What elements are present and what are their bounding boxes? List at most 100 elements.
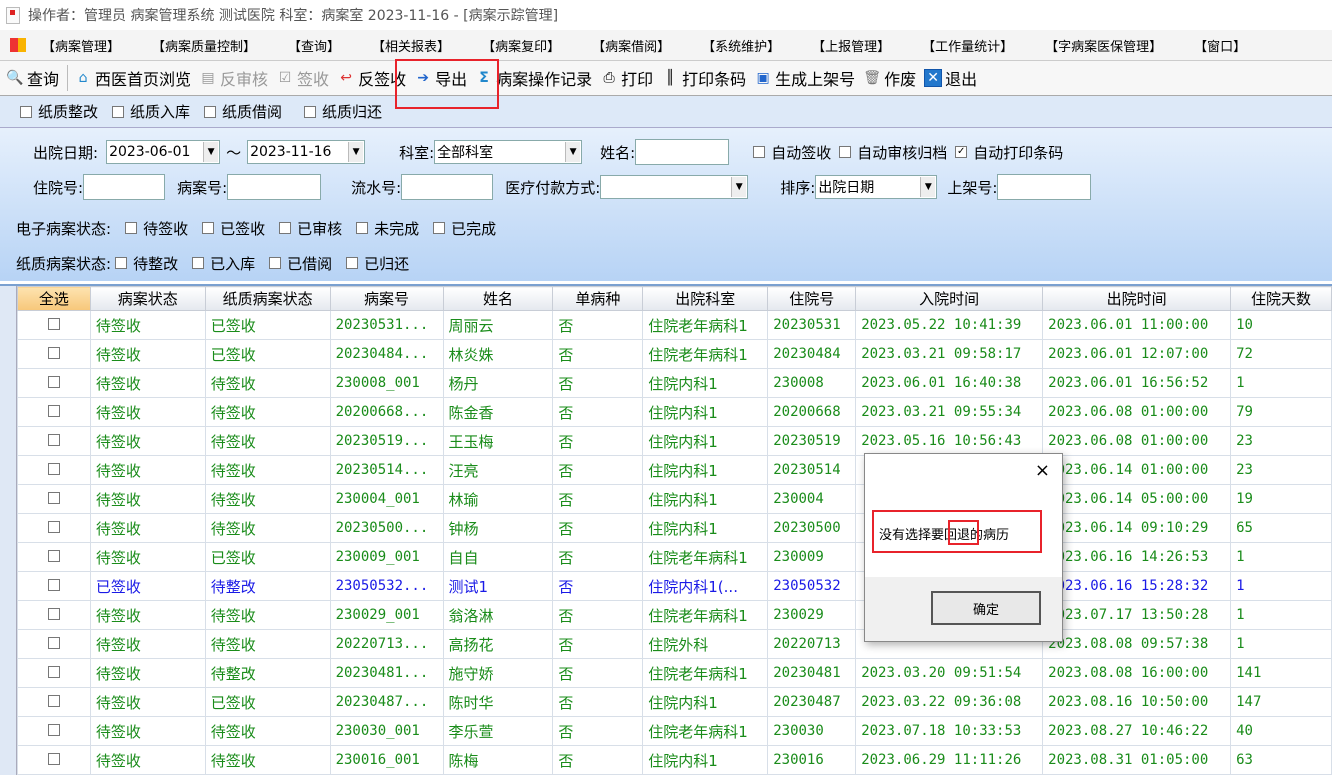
cell: 23050532 xyxy=(767,571,857,601)
menu-window[interactable]: 【窗口】 xyxy=(1194,36,1246,55)
dept-select[interactable]: 全部科室 ▼ xyxy=(434,140,583,164)
menu-query[interactable]: 【查询】 xyxy=(288,36,340,55)
table-row[interactable]: 待签收 待签收 230004_001 林瑜否住院内科1 230004 2023.06.14… xyxy=(17,484,1332,514)
paper-rectify-checkbox[interactable]: 纸质整改 xyxy=(20,101,98,122)
column-header[interactable]: 出院科室 xyxy=(642,286,769,311)
browse-button[interactable]: ⌂ 西医首页浏览 xyxy=(74,66,191,90)
payment-select[interactable]: ▼ xyxy=(600,175,749,199)
shelf-no-input[interactable] xyxy=(997,174,1092,200)
query-button[interactable]: 🔍 查询 xyxy=(6,66,59,90)
name-input[interactable] xyxy=(635,139,730,165)
column-header[interactable]: 纸质病案状态 xyxy=(204,286,331,311)
cell: 20230514 xyxy=(767,455,857,485)
column-header[interactable]: 单病种 xyxy=(552,286,644,311)
row-checkbox[interactable] xyxy=(17,600,91,630)
menu-borrow[interactable]: 【病案借阅】 xyxy=(592,36,670,55)
e-status-incomplete[interactable]: 未完成 xyxy=(356,218,419,239)
column-header[interactable]: 住院号 xyxy=(767,286,857,311)
table-row[interactable]: 待签收 待签收 230008_001 杨丹否住院内科1 230008 2023.06.01… xyxy=(17,368,1332,398)
table-row[interactable]: 待签收 待整改 20230481... 施守娇否住院老年病科1 20230481 2023… xyxy=(17,658,1332,688)
date-to-picker[interactable]: 2023-11-16 ▼ xyxy=(247,140,366,164)
shelf-button[interactable]: ▣ 生成上架号 xyxy=(754,66,856,90)
cell: 住院内科1 xyxy=(642,368,769,398)
column-header[interactable]: 病案状态 xyxy=(89,286,206,311)
table-row[interactable]: 待签收 已签收 20230484... 林炎姝否住院老年病科1 20230484 2023… xyxy=(17,339,1332,369)
column-header[interactable]: 出院时间 xyxy=(1042,286,1232,311)
barcode-button[interactable]: ║ 打印条码 xyxy=(661,66,746,90)
row-checkbox[interactable] xyxy=(17,339,91,369)
row-checkbox[interactable] xyxy=(17,629,91,659)
table-row[interactable]: 待签收 待签收 230016_001 陈梅否住院内科1 230016 2023.06.29… xyxy=(17,745,1332,775)
table-row[interactable]: 待签收 已签收 20230487... 陈时华否住院内科1 20230487 2023.0… xyxy=(17,687,1332,717)
row-checkbox[interactable] xyxy=(17,658,91,688)
row-checkbox[interactable] xyxy=(17,542,91,572)
table-row[interactable]: 待签收 待签收 20200668... 陈金香否住院内科1 20200668 2023.0… xyxy=(17,397,1332,427)
inpatient-no-input[interactable] xyxy=(83,174,166,200)
date-from-picker[interactable]: 2023-06-01 ▼ xyxy=(106,140,221,164)
table-row[interactable]: 已签收 待整改 23050532... 测试1 否住院内科1(... 23050532 20… xyxy=(17,571,1332,601)
table-row[interactable]: 待签收 已签收 230009_001 自自否住院老年病科1 230009 2023.06.… xyxy=(17,542,1332,572)
p-status-stored[interactable]: 已入库 xyxy=(192,253,255,274)
column-header[interactable]: 入院时间 xyxy=(855,286,1044,311)
row-checkbox[interactable] xyxy=(17,687,91,717)
row-checkbox[interactable] xyxy=(17,310,91,340)
e-status-signed[interactable]: 已签收 xyxy=(202,218,265,239)
column-header[interactable]: 姓名 xyxy=(442,286,554,311)
paper-return-checkbox[interactable]: 纸质归还 xyxy=(304,101,382,122)
menu-workload[interactable]: 【工作量统计】 xyxy=(922,36,1013,55)
table-row[interactable]: 待签收 待签收 20230500... 钟杨否住院内科1 20230500 2023.06… xyxy=(17,513,1332,543)
cell: 20220713 xyxy=(767,629,857,659)
row-checkbox[interactable] xyxy=(17,571,91,601)
e-status-audited[interactable]: 已审核 xyxy=(279,218,342,239)
cell: 20230519 xyxy=(767,426,857,456)
table-row[interactable]: 待签收 已签收 20230531... 周丽云否住院老年病科1 20230531 2023… xyxy=(17,310,1332,340)
e-status-complete[interactable]: 已完成 xyxy=(433,218,496,239)
menu-insurance[interactable]: 【字病案医保管理】 xyxy=(1045,36,1162,55)
menu-quality[interactable]: 【病案质量控制】 xyxy=(152,36,256,55)
row-checkbox[interactable] xyxy=(17,455,91,485)
auto-print-checkbox[interactable]: ✓ 自动打印条码 xyxy=(955,142,1063,163)
cell: 周丽云 xyxy=(442,310,554,340)
table-row[interactable]: 待签收 待签收 20230514... 汪亮否住院内科1 20230514 2023.06… xyxy=(17,455,1332,485)
app-menu-icon[interactable] xyxy=(10,38,26,52)
p-status-returned[interactable]: 已归还 xyxy=(346,253,409,274)
print-button[interactable]: ⎙ 打印 xyxy=(600,66,654,90)
p-status-rectify[interactable]: 待整改 xyxy=(115,253,178,274)
column-header[interactable]: 住院天数 xyxy=(1230,286,1332,311)
row-checkbox[interactable] xyxy=(17,513,91,543)
row-checkbox[interactable] xyxy=(17,368,91,398)
table-row[interactable]: 待签收 待签收 20230519... 王玉梅否住院内科1 20230519 2023.0… xyxy=(17,426,1332,456)
menu-system[interactable]: 【系统维护】 xyxy=(702,36,780,55)
ok-button[interactable]: 确定 xyxy=(931,591,1041,625)
column-header[interactable]: 病案号 xyxy=(329,286,444,311)
record-no-input[interactable] xyxy=(227,174,322,200)
menu-reports[interactable]: 【相关报表】 xyxy=(372,36,450,55)
menu-record-mgmt[interactable]: 【病案管理】 xyxy=(42,36,120,55)
auto-sign-checkbox[interactable]: 自动签收 xyxy=(753,142,831,163)
exit-button[interactable]: ✕ 退出 xyxy=(924,66,977,90)
table-row[interactable]: 待签收 待签收 230029_001 翁洛淋否住院老年病科1 230029 2023.07… xyxy=(17,600,1332,630)
p-status-borrowed[interactable]: 已借阅 xyxy=(269,253,332,274)
paper-store-checkbox[interactable]: 纸质入库 xyxy=(112,101,190,122)
row-checkbox[interactable] xyxy=(17,397,91,427)
table-row[interactable]: 待签收 待签收 230030_001 李乐萱否住院老年病科1 230030 2023.07… xyxy=(17,716,1332,746)
cell: 待签收 xyxy=(89,368,206,398)
auto-audit-checkbox[interactable]: 自动审核归档 xyxy=(839,142,947,163)
e-status-pending[interactable]: 待签收 xyxy=(125,218,188,239)
row-checkbox[interactable] xyxy=(17,716,91,746)
unaudit-button[interactable]: ▤ 反审核 xyxy=(199,66,268,90)
row-checkbox[interactable] xyxy=(17,484,91,514)
paper-borrow-checkbox[interactable]: 纸质借阅 xyxy=(204,101,282,122)
select-all-header[interactable]: 全选 xyxy=(17,286,91,311)
sort-select[interactable]: 出院日期 ▼ xyxy=(815,175,938,199)
table-row[interactable]: 待签收 待签收 20220713... 高扬花否住院外科 20220713 2023.08… xyxy=(17,629,1332,659)
void-button[interactable]: 🗑 作废 xyxy=(863,66,916,90)
sign-button[interactable]: ☑ 签收 xyxy=(276,66,329,90)
close-icon[interactable]: × xyxy=(1035,460,1050,481)
word-highlight xyxy=(948,520,979,545)
row-checkbox[interactable] xyxy=(17,426,91,456)
menu-report-mgmt[interactable]: 【上报管理】 xyxy=(812,36,890,55)
menu-copy[interactable]: 【病案复印】 xyxy=(482,36,560,55)
serial-no-input[interactable] xyxy=(401,174,494,200)
row-checkbox[interactable] xyxy=(17,745,91,775)
